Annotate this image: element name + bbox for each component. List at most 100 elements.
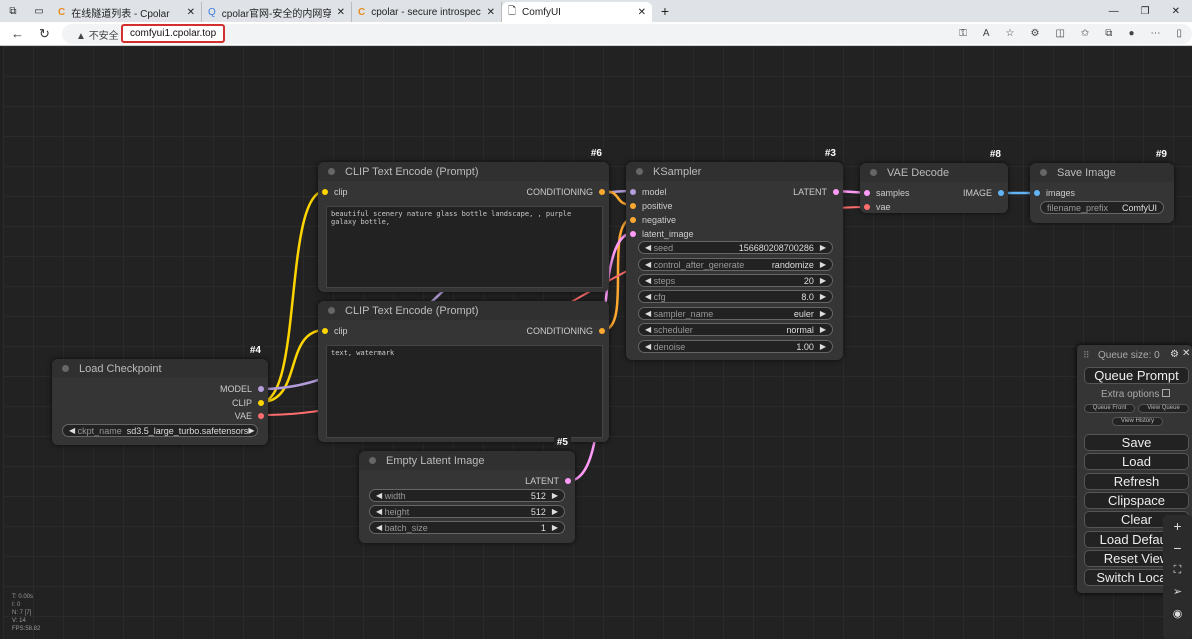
browser-tab[interactable]: C 在线隧道列表 - Cpolar ✕ xyxy=(52,2,202,22)
workspaces-icon[interactable]: ⧉ xyxy=(0,6,26,17)
node-load-checkpoint[interactable]: #4 Load Checkpoint MODEL CLIP VAE ◀ ckpt… xyxy=(52,345,268,445)
collapse-dot-icon[interactable] xyxy=(328,307,335,314)
output-slot-conditioning[interactable]: CONDITIONING xyxy=(527,187,605,197)
sidebar-icon[interactable]: ▯ xyxy=(1176,28,1182,39)
widget-width[interactable]: ◀ width 512 ▶ xyxy=(369,489,565,502)
refresh-button[interactable]: Refresh xyxy=(1084,473,1189,490)
decrement-arrow-icon[interactable]: ◀ xyxy=(645,309,651,318)
browser-tab[interactable]: Qcpolar官网-安全的内网穿透工具 | ✕ xyxy=(202,2,352,22)
node-vae-decode[interactable]: #8 VAE Decode samples vae IMAGE xyxy=(860,149,1008,213)
widget-steps[interactable]: ◀ steps 20 ▶ xyxy=(638,274,833,287)
split-icon[interactable]: ◫ xyxy=(1055,28,1064,39)
widget-ckpt-name[interactable]: ◀ ckpt_name sd3.5_large_turbo.safetensor… xyxy=(62,424,258,437)
tab-actions-icon[interactable]: ▭ xyxy=(26,6,52,17)
close-tab-icon[interactable]: ✕ xyxy=(638,7,646,18)
zoom-out-icon[interactable]: − xyxy=(1163,537,1192,559)
browser-tab-active[interactable]: 🗋 ComfyUI ✕ xyxy=(502,2,652,22)
input-slot-samples[interactable]: samples xyxy=(864,188,910,198)
save-button[interactable]: Save xyxy=(1084,434,1189,451)
graph-canvas[interactable]: #6 CLIP Text Encode (Prompt) clip CONDIT… xyxy=(3,46,1192,639)
favorites-icon[interactable]: ✩ xyxy=(1081,28,1089,39)
close-tab-icon[interactable]: ✕ xyxy=(337,7,345,18)
increment-arrow-icon[interactable]: ▶ xyxy=(820,309,826,318)
widget-filename-prefix[interactable]: filename_prefix ComfyUI xyxy=(1040,201,1164,214)
profile-avatar[interactable]: ● xyxy=(1128,28,1134,39)
key-icon[interactable]: ⚿ xyxy=(959,28,967,39)
queue-prompt-button[interactable]: Queue Prompt xyxy=(1084,367,1189,384)
back-icon[interactable]: ← xyxy=(11,26,24,41)
browser-tab[interactable]: Ccpolar - secure introspectable tun ✕ xyxy=(352,2,502,22)
fit-view-icon[interactable]: ⛶ xyxy=(1163,559,1192,581)
collapse-dot-icon[interactable] xyxy=(62,365,69,372)
visibility-eye-icon[interactable]: ◉ xyxy=(1163,603,1192,625)
widget-height[interactable]: ◀ height 512 ▶ xyxy=(369,505,565,518)
queue-front-button[interactable]: Queue Front xyxy=(1084,404,1135,413)
zoom-in-icon[interactable]: + xyxy=(1163,515,1192,537)
increment-arrow-icon[interactable]: ▶ xyxy=(552,523,558,532)
collapse-dot-icon[interactable] xyxy=(369,457,376,464)
drag-handle-icon[interactable]: ⠿ xyxy=(1083,350,1090,361)
load-button[interactable]: Load xyxy=(1084,453,1189,470)
collapse-dot-icon[interactable] xyxy=(870,169,877,176)
widget-sampler-name[interactable]: ◀ sampler_name euler ▶ xyxy=(638,307,833,320)
decrement-arrow-icon[interactable]: ◀ xyxy=(645,276,651,285)
increment-arrow-icon[interactable]: ▶ xyxy=(820,325,826,334)
extensions-icon[interactable]: ⚙ xyxy=(1030,28,1039,39)
input-slot-negative[interactable]: negative xyxy=(630,215,676,225)
increment-arrow-icon[interactable]: ▶ xyxy=(552,491,558,500)
widget-seed[interactable]: ◀ seed 156680208700286 ▶ xyxy=(638,241,833,254)
node-ksampler[interactable]: #3 KSampler model positive negative late… xyxy=(626,148,843,360)
node-empty-latent-image[interactable]: #5 Empty Latent Image LATENT ◀ width 512 ▶… xyxy=(359,437,575,543)
output-slot-latent[interactable]: LATENT xyxy=(793,187,839,197)
decrement-arrow-icon[interactable]: ◀ xyxy=(645,292,651,301)
reload-icon[interactable]: ↻ xyxy=(39,26,50,42)
close-tab-icon[interactable]: ✕ xyxy=(487,7,495,18)
input-slot-positive[interactable]: positive xyxy=(630,201,673,211)
input-slot-clip[interactable]: clip xyxy=(322,187,348,197)
close-panel-icon[interactable]: ✕ xyxy=(1182,348,1190,359)
view-queue-button[interactable]: View Queue xyxy=(1138,404,1189,413)
prompt-textarea[interactable]: beautiful scenery nature glass bottle la… xyxy=(326,206,603,288)
collapse-dot-icon[interactable] xyxy=(328,168,335,175)
collapse-dot-icon[interactable] xyxy=(1040,169,1047,176)
favorite-icon[interactable]: ☆ xyxy=(1006,28,1015,39)
decrement-arrow-icon[interactable]: ◀ xyxy=(376,507,382,516)
increment-arrow-icon[interactable]: ▶ xyxy=(820,292,826,301)
widget-control-after-generate[interactable]: ◀ control_after_generate randomize ▶ xyxy=(638,258,833,271)
node-save-image[interactable]: #9 Save Image images filename_prefix Comf… xyxy=(1030,149,1174,223)
security-warning[interactable]: ▲ 不安全 xyxy=(76,27,119,42)
node-clip-text-encode-positive[interactable]: #6 CLIP Text Encode (Prompt) clip CONDIT… xyxy=(318,148,609,292)
clipspace-button[interactable]: Clipspace xyxy=(1084,492,1189,509)
output-slot-clip[interactable]: CLIP xyxy=(232,398,264,408)
input-slot-model[interactable]: model xyxy=(630,187,667,197)
settings-gear-icon[interactable]: ⚙ xyxy=(1170,349,1179,360)
more-icon[interactable]: ⋯ xyxy=(1150,28,1160,39)
increment-arrow-icon[interactable]: ▶ xyxy=(820,276,826,285)
decrement-arrow-icon[interactable]: ◀ xyxy=(376,491,382,500)
new-tab-icon[interactable]: + xyxy=(652,3,678,19)
increment-arrow-icon[interactable]: ▶ xyxy=(820,243,826,252)
increment-arrow-icon[interactable]: ▶ xyxy=(248,426,254,435)
node-clip-text-encode-negative[interactable]: CLIP Text Encode (Prompt) clip CONDITION… xyxy=(318,301,609,442)
close-tab-icon[interactable]: ✕ xyxy=(187,7,195,18)
decrement-arrow-icon[interactable]: ◀ xyxy=(645,260,651,269)
output-slot-latent[interactable]: LATENT xyxy=(525,476,571,486)
decrement-arrow-icon[interactable]: ◀ xyxy=(645,325,651,334)
extra-options-checkbox[interactable] xyxy=(1162,389,1171,397)
decrement-arrow-icon[interactable]: ◀ xyxy=(69,426,75,435)
widget-batch-size[interactable]: ◀ batch_size 1 ▶ xyxy=(369,521,565,534)
url-input[interactable]: comfyui1.cpolar.top xyxy=(121,24,226,43)
widget-cfg[interactable]: ◀ cfg 8.0 ▶ xyxy=(638,290,833,303)
increment-arrow-icon[interactable]: ▶ xyxy=(552,507,558,516)
minimize-icon[interactable]: — xyxy=(1109,6,1119,17)
output-slot-conditioning[interactable]: CONDITIONING xyxy=(527,326,605,336)
collapse-dot-icon[interactable] xyxy=(636,168,643,175)
decrement-arrow-icon[interactable]: ◀ xyxy=(376,523,382,532)
close-window-icon[interactable]: ✕ xyxy=(1172,6,1180,17)
navigate-icon[interactable]: ➢ xyxy=(1163,581,1192,603)
widget-denoise[interactable]: ◀ denoise 1.00 ▶ xyxy=(638,340,833,353)
decrement-arrow-icon[interactable]: ◀ xyxy=(645,243,651,252)
decrement-arrow-icon[interactable]: ◀ xyxy=(645,342,651,351)
prompt-textarea[interactable]: text, watermark xyxy=(326,345,603,438)
input-slot-vae[interactable]: vae xyxy=(864,202,891,212)
